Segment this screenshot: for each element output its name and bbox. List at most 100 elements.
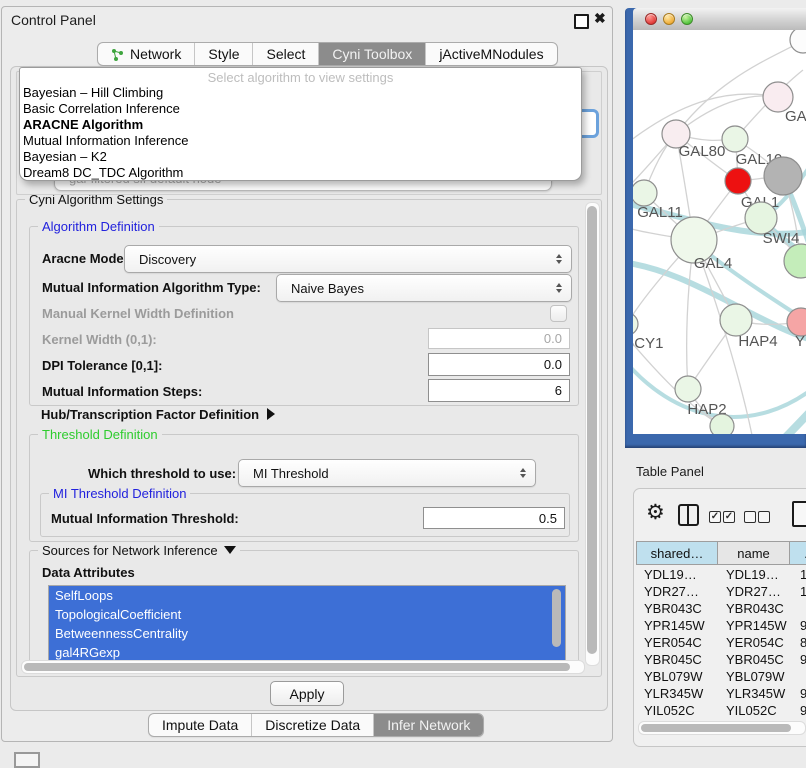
- sources-group-title[interactable]: Sources for Network Inference: [38, 543, 240, 558]
- table-horizontal-scrollbar-thumb[interactable]: [641, 724, 791, 732]
- panel-tab-bar: Network Style Select Cyni Toolbox jActiv…: [97, 42, 558, 66]
- apply-button[interactable]: Apply: [270, 681, 344, 706]
- table-cell: YPR145W: [726, 617, 787, 634]
- attribute-item[interactable]: TopologicalCoefficient: [49, 605, 565, 624]
- stepper-icon: [556, 283, 562, 293]
- aracne-mode-combo[interactable]: Discovery: [124, 245, 572, 273]
- network-node[interactable]: [790, 30, 806, 53]
- cut-off-panel-icon: [14, 752, 40, 768]
- zoom-traffic-light-icon[interactable]: [681, 13, 693, 25]
- table-row[interactable]: YDR27…YDR27…12: [636, 583, 806, 600]
- aracne-mode-label: Aracne Mode:: [42, 251, 128, 266]
- kernel-width-input[interactable]: 0.0: [428, 328, 570, 349]
- algorithm-option[interactable]: Mutual Information Inference: [23, 133, 188, 149]
- network-node[interactable]: [764, 157, 802, 195]
- settings-vertical-scrollbar-thumb[interactable]: [587, 206, 597, 654]
- tab-jactivemnodules[interactable]: jActiveMNodules: [426, 43, 556, 65]
- network-node-label: GCY1: [633, 335, 663, 352]
- close-icon[interactable]: ✖: [594, 10, 606, 27]
- tab-network[interactable]: Network: [98, 43, 195, 65]
- manual-kernel-width-checkbox[interactable]: [550, 305, 567, 322]
- table-cell: YDR27…: [644, 583, 699, 600]
- gear-icon[interactable]: ⚙: [646, 500, 665, 525]
- tab-impute-data[interactable]: Impute Data: [149, 714, 252, 736]
- attribute-item[interactable]: BetweennessCentrality: [49, 624, 565, 643]
- dpi-tolerance-label: DPI Tolerance [0,1]:: [42, 358, 162, 373]
- algorithm-dropdown-list: Select algorithm to view settings Bayesi…: [19, 67, 582, 181]
- table-cell: YDL19…: [726, 566, 779, 583]
- threshold-definition-title: Threshold Definition: [38, 427, 162, 442]
- select-all-icon[interactable]: ✓: [709, 511, 721, 523]
- table-row[interactable]: YBR045CYBR045C9.: [636, 651, 806, 668]
- mi-algorithm-type-combo[interactable]: Naive Bayes: [276, 274, 572, 302]
- mi-steps-label: Mutual Information Steps:: [42, 384, 202, 399]
- tab-select[interactable]: Select: [253, 43, 319, 65]
- algorithm-option[interactable]: Bayesian – Hill Climbing: [23, 85, 163, 101]
- column-header-partial[interactable]: A: [790, 541, 806, 565]
- network-node-label: HAP4: [738, 333, 777, 350]
- tab-discretize-data[interactable]: Discretize Data: [252, 714, 374, 736]
- network-canvas[interactable]: GALGAL80GAL10GAL1GAL11SWI4GAL4GCY1HAP4YH…: [633, 30, 806, 434]
- network-node-label: GAL80: [679, 143, 726, 160]
- dpi-tolerance-input[interactable]: 0.0: [428, 353, 570, 376]
- table-row[interactable]: YBL079WYBL079W: [636, 668, 806, 685]
- attribute-item[interactable]: SelfLoops: [49, 586, 565, 605]
- network-window-titlebar[interactable]: [633, 8, 806, 31]
- table-cell: YER054C: [644, 634, 702, 651]
- column-header-shared-name[interactable]: shared…: [636, 541, 718, 565]
- split-view-icon[interactable]: [678, 504, 699, 526]
- table-row[interactable]: YLR345WYLR345W9.: [636, 685, 806, 702]
- network-node[interactable]: [675, 376, 701, 402]
- deselect-all-icon[interactable]: [744, 511, 756, 523]
- table-cell: YLR345W: [644, 685, 703, 702]
- network-node[interactable]: [710, 414, 734, 434]
- algorithm-option[interactable]: Basic Correlation Inference: [23, 101, 180, 117]
- tab-style[interactable]: Style: [195, 43, 253, 65]
- algorithm-option-selected[interactable]: ARACNE Algorithm: [23, 117, 143, 133]
- table-cell: YDR27…: [726, 583, 781, 600]
- network-node[interactable]: [633, 180, 657, 206]
- network-view-window: GALGAL80GAL10GAL1GAL11SWI4GAL4GCY1HAP4YH…: [625, 8, 806, 448]
- select-all-icon[interactable]: ✓: [723, 511, 735, 523]
- table-row[interactable]: YDL19…YDL19…13: [636, 566, 806, 583]
- document-icon[interactable]: [792, 501, 806, 527]
- network-node[interactable]: [633, 313, 638, 335]
- float-window-icon[interactable]: [574, 14, 589, 29]
- mi-steps-input[interactable]: 6: [428, 379, 570, 402]
- attribute-item[interactable]: gal4RGexp: [49, 643, 565, 661]
- attributes-scrollbar-thumb[interactable]: [552, 589, 561, 647]
- network-node-label: GAL11: [637, 204, 683, 221]
- network-node[interactable]: [720, 304, 752, 336]
- table-cell: 8.: [800, 634, 806, 651]
- settings-vertical-scrollbar[interactable]: [585, 202, 600, 666]
- network-icon: [111, 48, 124, 61]
- hub-definition-expander[interactable]: Hub/Transcription Factor Definition: [41, 406, 275, 424]
- settings-horizontal-scrollbar[interactable]: [21, 660, 585, 674]
- which-threshold-label: Which threshold to use:: [88, 466, 236, 481]
- table-cell: YDL19…: [644, 566, 697, 583]
- table-cell: YBL079W: [726, 668, 785, 685]
- algorithm-option[interactable]: Dream8 DC_TDC Algorithm: [23, 165, 183, 181]
- kernel-width-label: Kernel Width (0,1):: [42, 332, 157, 347]
- tab-infer-network[interactable]: Infer Network: [374, 714, 483, 736]
- table-row[interactable]: YIL052CYIL052C9: [636, 702, 806, 719]
- mi-threshold-input[interactable]: 0.5: [423, 507, 565, 529]
- algorithm-option[interactable]: Bayesian – K2: [23, 149, 107, 165]
- table-row[interactable]: YBR043CYBR043C: [636, 600, 806, 617]
- table-cell: YIL052C: [726, 702, 777, 719]
- minimize-traffic-light-icon[interactable]: [663, 13, 675, 25]
- table-horizontal-scrollbar[interactable]: [638, 721, 806, 735]
- deselect-all-icon[interactable]: [758, 511, 770, 523]
- tab-cyni-toolbox[interactable]: Cyni Toolbox: [319, 43, 426, 65]
- table-row[interactable]: YPR145WYPR145W9.: [636, 617, 806, 634]
- algorithm-definition-group: Algorithm Definition Aracne Mode: Discov…: [29, 226, 579, 406]
- close-traffic-light-icon[interactable]: [645, 13, 657, 25]
- settings-horizontal-scrollbar-thumb[interactable]: [24, 663, 570, 671]
- network-node[interactable]: [784, 244, 806, 278]
- network-node[interactable]: [725, 168, 751, 194]
- network-node[interactable]: [722, 126, 748, 152]
- which-threshold-combo[interactable]: MI Threshold: [238, 459, 536, 487]
- table-row[interactable]: YER054CYER054C8.: [636, 634, 806, 651]
- column-header-name[interactable]: name: [718, 541, 790, 565]
- expander-arrow-icon: [267, 408, 275, 420]
